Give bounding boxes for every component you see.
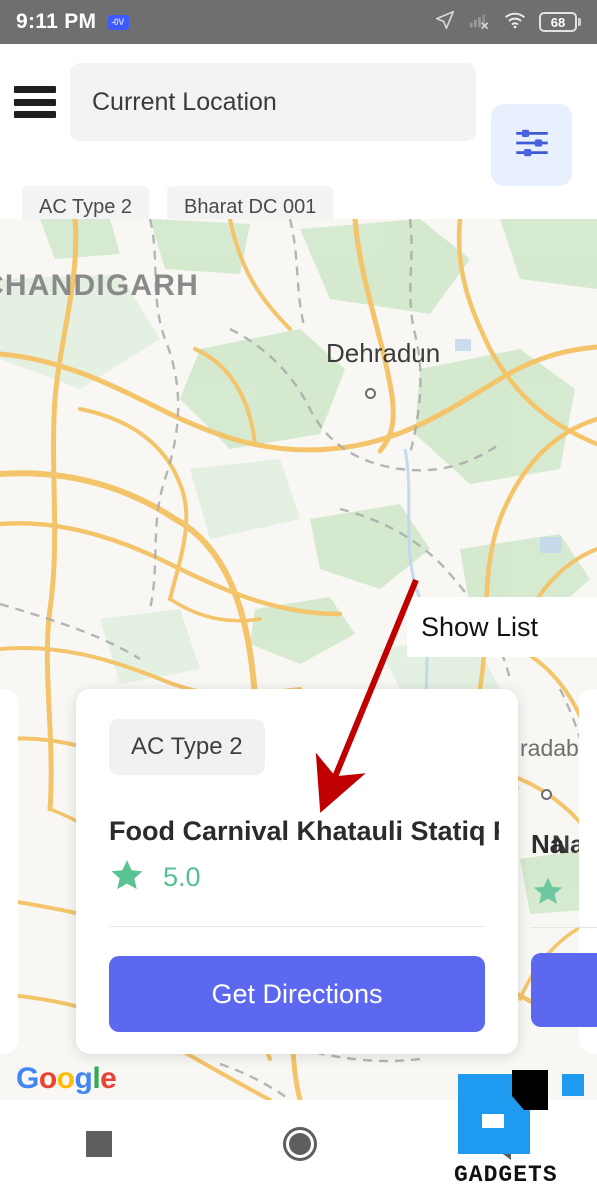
next-card-star-icon xyxy=(531,874,565,913)
google-letter: g xyxy=(74,1062,93,1095)
filter-button[interactable] xyxy=(491,104,572,186)
hamburger-menu-icon[interactable] xyxy=(14,86,56,118)
status-badge: -0V xyxy=(108,14,129,30)
status-icons: 68 xyxy=(434,9,581,36)
app-header: Current Location AC Type 2 Bharat DC 001 xyxy=(0,44,597,229)
next-card-divider xyxy=(531,927,597,928)
home-circle-icon[interactable] xyxy=(283,1127,318,1161)
google-letter: G xyxy=(16,1062,39,1095)
signal-no-sim-icon xyxy=(467,9,491,36)
gadgets-watermark-text: GADGETS xyxy=(454,1162,558,1188)
get-directions-button[interactable]: Get Directions xyxy=(109,956,485,1032)
search-input-value: Current Location xyxy=(92,87,277,116)
status-bar: 9:11 PM -0V 68 xyxy=(0,0,597,44)
station-detail-card: AC Type 2 Food Carnival Khatauli Statiq … xyxy=(76,689,518,1054)
station-rating: 5.0 xyxy=(109,857,201,898)
next-card-title: Na xyxy=(531,829,565,859)
filter-sliders-icon xyxy=(511,122,553,169)
google-letter: e xyxy=(100,1062,117,1095)
previous-station-card[interactable] xyxy=(0,689,18,1054)
map-city-dot xyxy=(365,388,376,399)
station-card-carousel[interactable]: Na AC Type 2 Food Carnival Khatauli Stat… xyxy=(0,689,597,1054)
status-time: 9:11 PM xyxy=(16,10,97,33)
station-name: Food Carnival Khatauli Statiq F... xyxy=(109,816,499,846)
google-letter: o xyxy=(38,1062,57,1095)
battery-icon: 68 xyxy=(539,12,581,32)
battery-cap xyxy=(578,18,581,26)
location-arrow-icon xyxy=(434,9,456,36)
hamburger-bar xyxy=(14,98,56,106)
google-letter: o xyxy=(56,1062,75,1095)
hamburger-bar xyxy=(14,86,56,93)
wifi-icon xyxy=(502,9,528,36)
recents-square-icon[interactable] xyxy=(85,1131,112,1157)
gadgets-logo-icon xyxy=(458,1070,584,1154)
battery-level: 68 xyxy=(539,12,577,32)
star-icon xyxy=(109,857,145,898)
show-list-callout: Show List xyxy=(407,597,597,657)
rating-value: 5.0 xyxy=(163,862,201,892)
gadgets-watermark: GADGETS xyxy=(452,1066,597,1188)
google-attribution: Google xyxy=(16,1062,117,1096)
show-list-callout-label: Show List xyxy=(421,611,539,642)
google-letter: l xyxy=(92,1062,101,1095)
hamburger-bar xyxy=(14,111,56,118)
home-circle-inner xyxy=(289,1133,312,1155)
next-card-directions-button[interactable] xyxy=(531,953,597,1027)
connector-type-badge: AC Type 2 xyxy=(109,719,265,775)
search-input[interactable]: Current Location xyxy=(70,63,476,141)
phone-screen: 9:11 PM -0V 68 Current Location AC Type … xyxy=(0,0,597,1188)
card-divider xyxy=(109,926,485,927)
